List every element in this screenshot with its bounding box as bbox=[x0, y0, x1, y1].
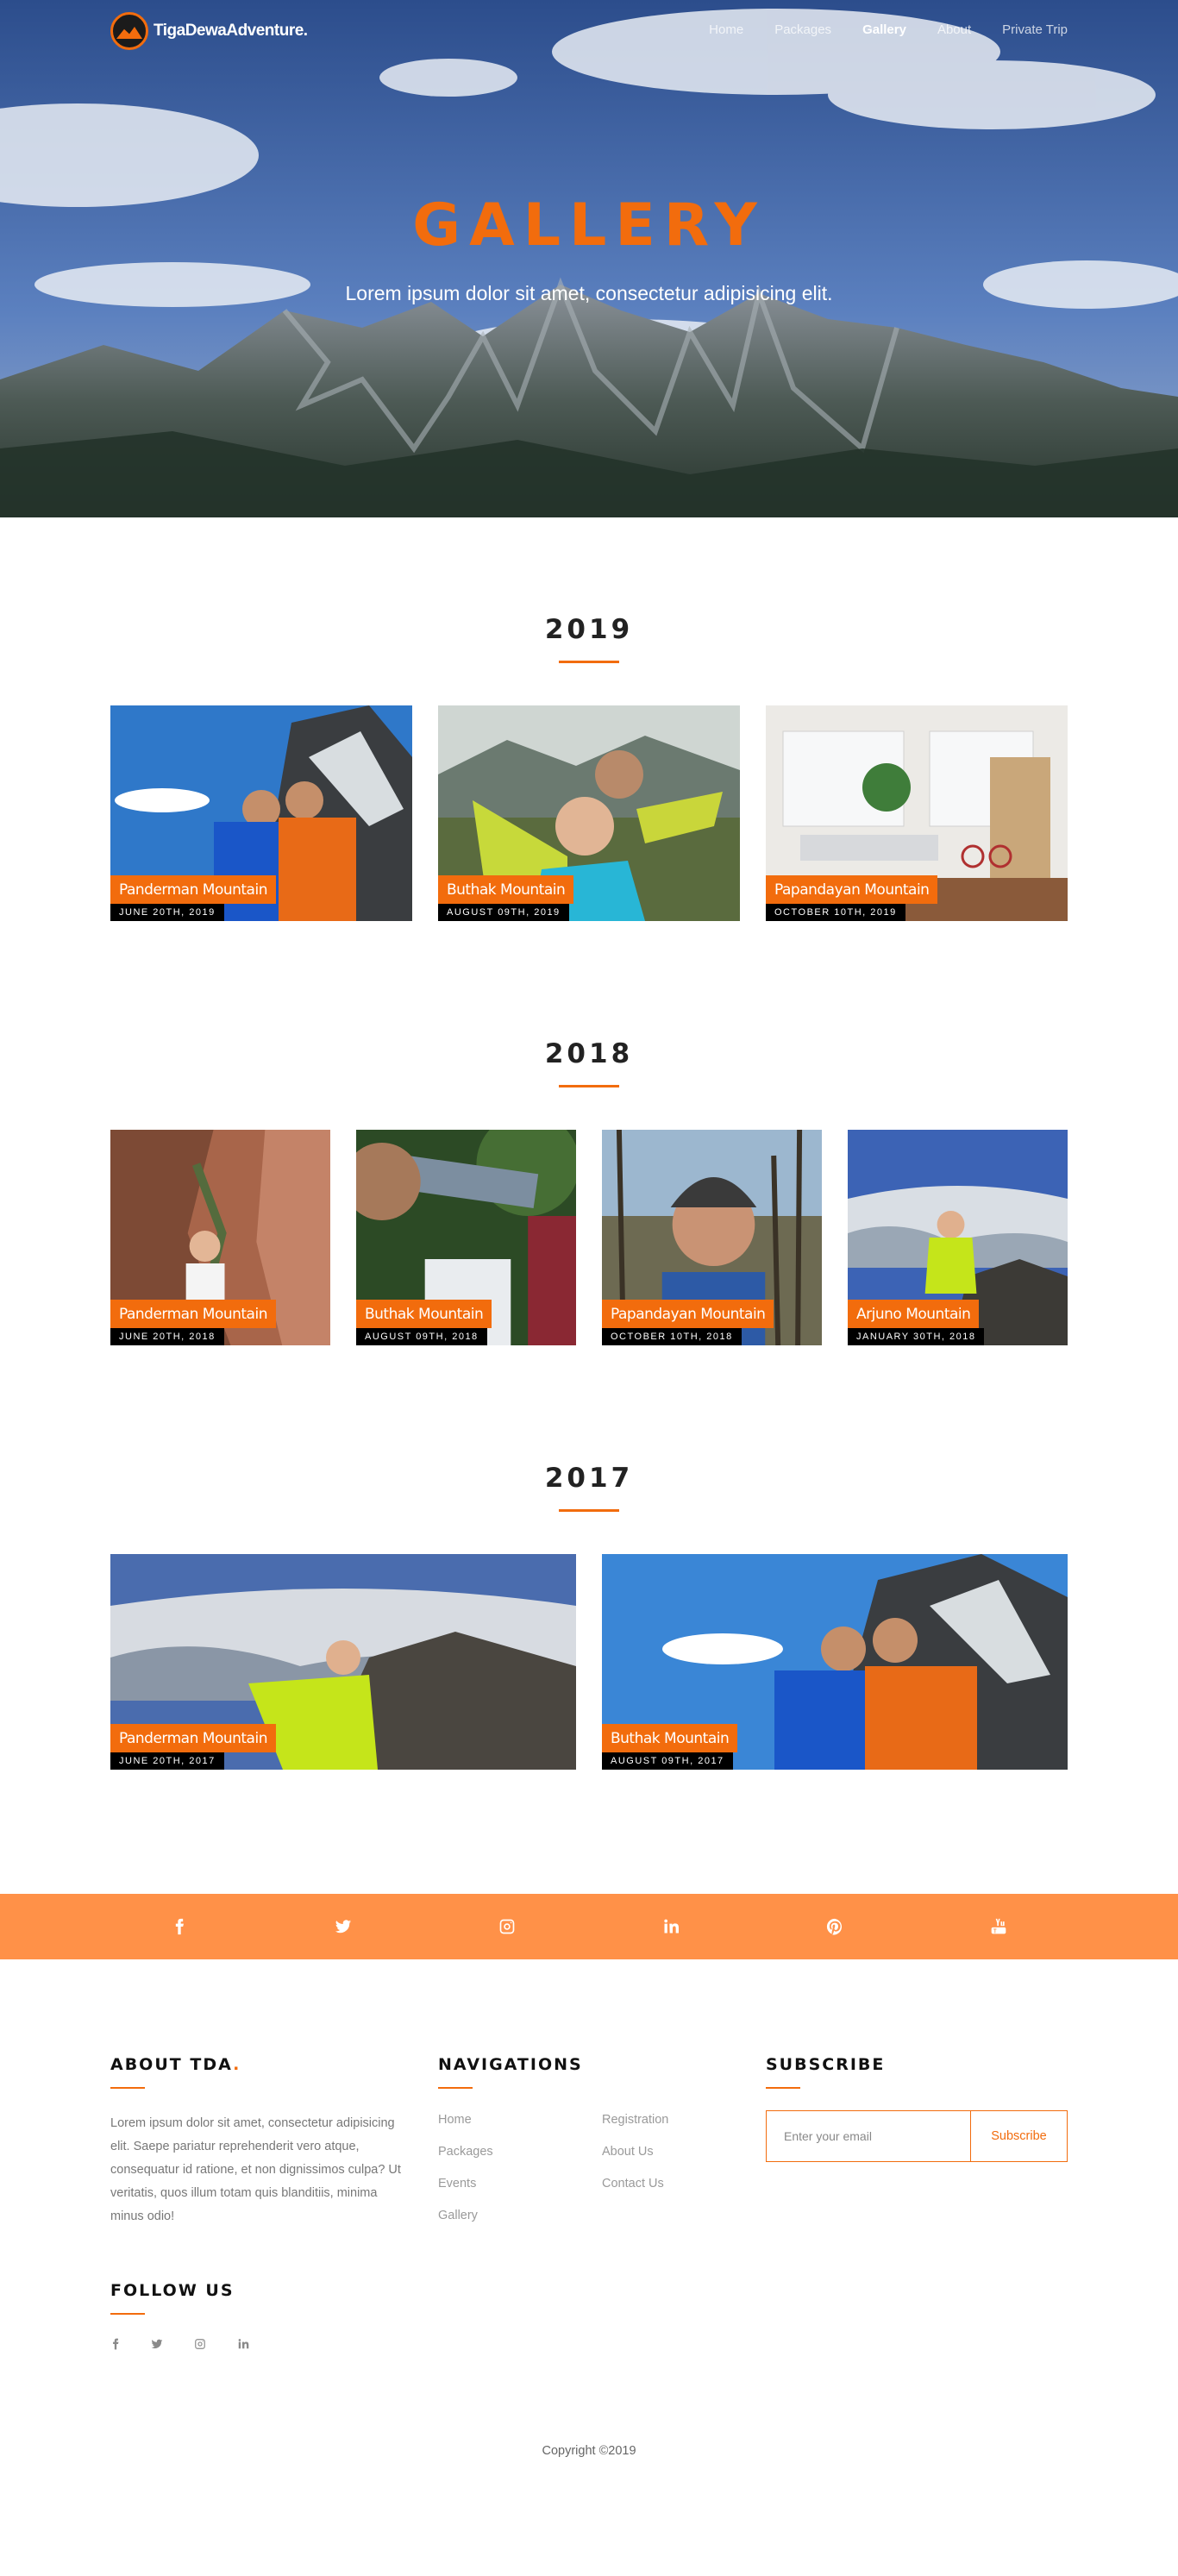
photo-caption: Papandayan Mountain OCTOBER 10TH, 2018 bbox=[602, 1300, 774, 1345]
subscribe-button[interactable]: Subscribe bbox=[970, 2111, 1067, 2161]
page-subtitle: Lorem ipsum dolor sit amet, consectetur … bbox=[345, 282, 833, 304]
trip-date: AUGUST 09TH, 2019 bbox=[438, 904, 569, 921]
instagram-icon[interactable] bbox=[493, 1913, 521, 1940]
trip-date: AUGUST 09TH, 2018 bbox=[356, 1328, 487, 1345]
gallery-card[interactable]: Papandayan Mountain OCTOBER 10TH, 2019 bbox=[766, 705, 1068, 921]
mountain-name: Panderman Mountain bbox=[110, 1724, 276, 1752]
instagram-icon[interactable] bbox=[193, 2337, 207, 2351]
gallery-card[interactable]: Panderman Mountain JUNE 20TH, 2019 bbox=[110, 705, 412, 921]
footer-link-contact-us[interactable]: Contact Us bbox=[602, 2177, 664, 2191]
brand-logo[interactable]: TigaDewaAdventure. bbox=[110, 12, 308, 50]
youtube-icon[interactable] bbox=[985, 1913, 1012, 1940]
about-heading: ABOUT TDA. bbox=[110, 2055, 241, 2074]
photo-caption: Panderman Mountain JUNE 20TH, 2019 bbox=[110, 875, 276, 921]
photo-caption: Buthak Mountain AUGUST 09TH, 2018 bbox=[356, 1300, 492, 1345]
gallery-grid: Panderman Mountain JUNE 20TH, 2018 Butha… bbox=[110, 1130, 1068, 1345]
facebook-icon[interactable] bbox=[109, 2337, 122, 2351]
gallery-grid: Panderman Mountain JUNE 20TH, 2017 Butha… bbox=[110, 1554, 1068, 1770]
trip-date: JANUARY 30TH, 2018 bbox=[848, 1328, 985, 1345]
photo-caption: Panderman Mountain JUNE 20TH, 2017 bbox=[110, 1724, 276, 1770]
nav-about[interactable]: About bbox=[937, 22, 971, 37]
trip-date: OCTOBER 10TH, 2019 bbox=[766, 904, 905, 921]
subscribe-heading: SUBSCRIBE bbox=[766, 2055, 886, 2074]
footer-link-home[interactable]: Home bbox=[438, 2113, 472, 2127]
footer-link-packages[interactable]: Packages bbox=[438, 2145, 493, 2159]
subscribe-form: Subscribe bbox=[766, 2110, 1068, 2162]
heading-underline bbox=[110, 2313, 145, 2315]
heading-underline bbox=[438, 2087, 473, 2089]
trip-date: JUNE 20TH, 2017 bbox=[110, 1752, 224, 1770]
email-input[interactable] bbox=[767, 2111, 970, 2161]
nav-private-trip[interactable]: Private Trip bbox=[1002, 22, 1068, 37]
trip-date: JUNE 20TH, 2018 bbox=[110, 1328, 224, 1345]
trip-date: JUNE 20TH, 2019 bbox=[110, 904, 224, 921]
nav-home[interactable]: Home bbox=[709, 22, 743, 37]
gallery-card[interactable]: Arjuno Mountain JANUARY 30TH, 2018 bbox=[848, 1130, 1068, 1345]
gallery-card[interactable]: Papandayan Mountain OCTOBER 10TH, 2018 bbox=[602, 1130, 822, 1345]
photo-caption: Papandayan Mountain OCTOBER 10TH, 2019 bbox=[766, 875, 938, 921]
year-heading: 2017 bbox=[544, 1463, 634, 1494]
copyright-text: Copyright ©2019 bbox=[542, 2444, 636, 2458]
photo-caption: Panderman Mountain JUNE 20TH, 2018 bbox=[110, 1300, 276, 1345]
brand-name: TigaDewaAdventure. bbox=[154, 22, 308, 40]
mountain-name: Papandayan Mountain bbox=[766, 875, 938, 904]
pinterest-icon[interactable] bbox=[821, 1913, 849, 1940]
twitter-icon[interactable] bbox=[150, 2337, 164, 2351]
gallery-card[interactable]: Panderman Mountain JUNE 20TH, 2018 bbox=[110, 1130, 330, 1345]
footer-link-about-us[interactable]: About Us bbox=[602, 2145, 654, 2159]
linkedin-icon[interactable] bbox=[236, 2337, 250, 2351]
trip-date: OCTOBER 10TH, 2018 bbox=[602, 1328, 742, 1345]
gallery-card[interactable]: Panderman Mountain JUNE 20TH, 2017 bbox=[110, 1554, 576, 1770]
gallery-year-2019: 2019 Panderman Mountain JUNE 20TH, 2019 bbox=[0, 517, 1178, 942]
heading-underline bbox=[766, 2087, 800, 2089]
about-text: Lorem ipsum dolor sit amet, consectetur … bbox=[110, 2116, 401, 2223]
gallery-card[interactable]: Buthak Mountain AUGUST 09TH, 2019 bbox=[438, 705, 740, 921]
main-navbar: TigaDewaAdventure. Home Packages Gallery… bbox=[0, 0, 1178, 62]
linkedin-icon[interactable] bbox=[657, 1913, 685, 1940]
trip-date: AUGUST 09TH, 2017 bbox=[602, 1752, 733, 1770]
mountain-name: Panderman Mountain bbox=[110, 875, 276, 904]
mountain-name: Arjuno Mountain bbox=[848, 1300, 980, 1328]
mountain-name: Buthak Mountain bbox=[438, 875, 574, 904]
twitter-icon[interactable] bbox=[329, 1913, 357, 1940]
heading-underline bbox=[110, 2087, 145, 2089]
heading-underline bbox=[559, 1509, 619, 1512]
gallery-year-2017: 2017 Panderman Mountain JUNE 20TH, 2017 bbox=[0, 1366, 1178, 1790]
hero-section: TigaDewaAdventure. Home Packages Gallery… bbox=[0, 0, 1178, 517]
navigations-heading: NAVIGATIONS bbox=[438, 2055, 583, 2074]
page-title: GALLERY bbox=[412, 191, 766, 260]
footer-link-gallery[interactable]: Gallery bbox=[438, 2209, 478, 2222]
photo-caption: Buthak Mountain AUGUST 09TH, 2019 bbox=[438, 875, 574, 921]
nav-gallery[interactable]: Gallery bbox=[862, 22, 906, 37]
nav-links: Home Packages Gallery About Private Trip bbox=[678, 22, 1068, 37]
heading-underline bbox=[559, 1085, 619, 1087]
footer-link-events[interactable]: Events bbox=[438, 2177, 476, 2191]
nav-packages[interactable]: Packages bbox=[774, 22, 831, 37]
photo-caption: Buthak Mountain AUGUST 09TH, 2017 bbox=[602, 1724, 738, 1770]
photo-caption: Arjuno Mountain JANUARY 30TH, 2018 bbox=[848, 1300, 985, 1345]
gallery-card[interactable]: Buthak Mountain AUGUST 09TH, 2018 bbox=[356, 1130, 576, 1345]
mountain-name: Papandayan Mountain bbox=[602, 1300, 774, 1328]
year-heading: 2018 bbox=[544, 1038, 634, 1069]
footer-link-registration[interactable]: Registration bbox=[602, 2113, 668, 2127]
gallery-year-2018: 2018 Panderman Mountain JUNE 20TH, 2018 bbox=[0, 942, 1178, 1366]
mountain-name: Buthak Mountain bbox=[602, 1724, 738, 1752]
mountain-logo-icon bbox=[110, 12, 148, 50]
gallery-grid: Panderman Mountain JUNE 20TH, 2019 Butha… bbox=[110, 705, 1068, 921]
gallery-card[interactable]: Buthak Mountain AUGUST 09TH, 2017 bbox=[602, 1554, 1068, 1770]
follow-us-heading: FOLLOW US bbox=[110, 2281, 235, 2300]
mountain-name: Panderman Mountain bbox=[110, 1300, 276, 1328]
social-bar bbox=[0, 1894, 1178, 1959]
mountain-name: Buthak Mountain bbox=[356, 1300, 492, 1328]
heading-underline bbox=[559, 661, 619, 663]
year-heading: 2019 bbox=[544, 614, 634, 645]
facebook-icon[interactable] bbox=[166, 1913, 193, 1940]
